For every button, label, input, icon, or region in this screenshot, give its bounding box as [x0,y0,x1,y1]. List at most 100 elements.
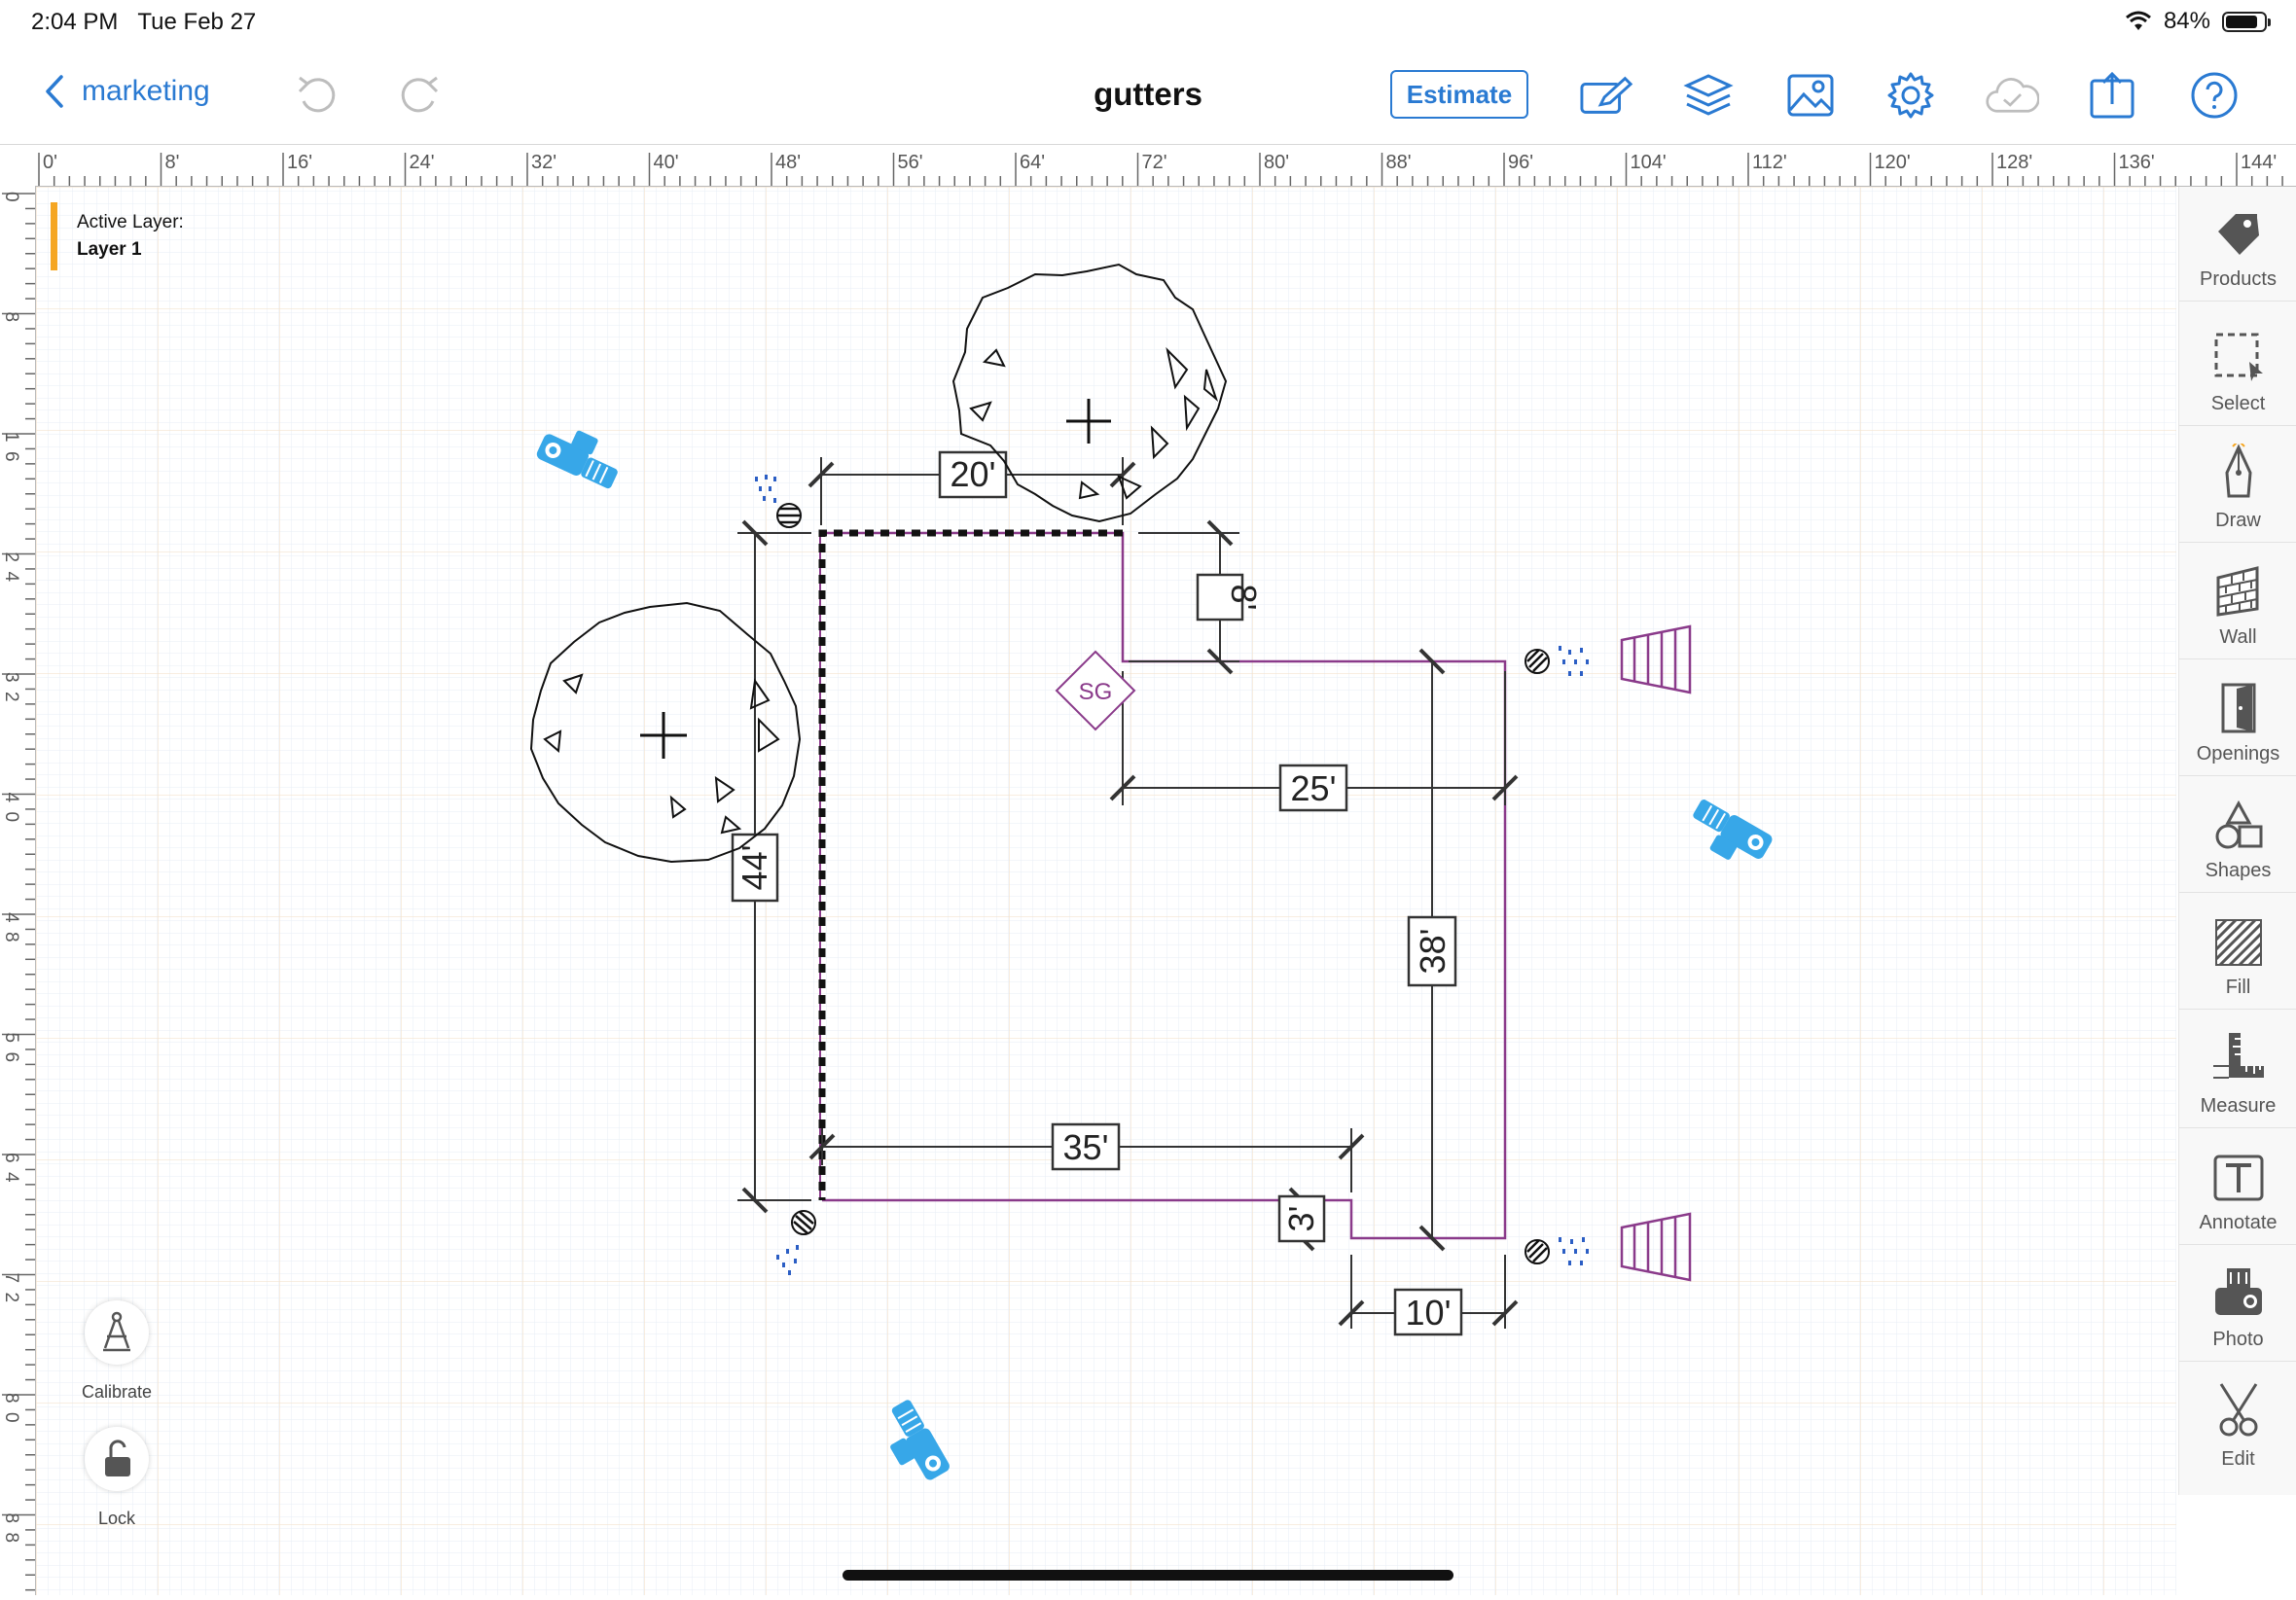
tool-products-label: Products [2200,268,2277,290]
ruler-left-label: 8 [1,1393,21,1404]
active-layer-indicator[interactable]: Active Layer: Layer 1 [51,202,184,270]
redo-button[interactable] [392,68,447,123]
ruler-left-label: 5 [1,1033,21,1044]
sg-marker-label: SG [1079,679,1113,705]
edit-info-button[interactable] [1580,68,1634,123]
estimate-button[interactable]: Estimate [1390,70,1528,119]
ruler-left-label: 7 [1,1273,21,1284]
tool-products[interactable]: Products [2179,187,2296,302]
tool-measure-label: Measure [2200,1095,2277,1117]
dim-label-middle-text: 25' [1291,768,1337,808]
calibrate-label: Calibrate [81,1382,153,1402]
tool-fill[interactable]: Fill [2179,893,2296,1010]
dim-label-left[interactable]: 44' [731,833,779,903]
dim-label-right-text: 38' [1413,929,1453,975]
ruler-top-label: 72' [1142,152,1167,173]
ruler-icon [2212,1033,2264,1079]
tool-edit-label: Edit [2221,1448,2255,1470]
dim-label-left-text: 44' [735,845,774,891]
ruler-left-label: 3 [1,672,21,683]
settings-button[interactable] [1883,68,1938,123]
tool-photo-label: Photo [2212,1329,2264,1350]
compass-icon [103,1311,130,1352]
tool-shapes-label: Shapes [2205,860,2272,881]
tool-measure[interactable]: Measure [2179,1010,2296,1128]
dim-label-bottom-right[interactable]: 10' [1393,1288,1463,1336]
tool-draw-label: Draw [2215,510,2261,531]
scissors-icon [2219,1383,2257,1437]
text-box-icon [2213,1155,2263,1201]
back-button[interactable]: marketing [45,74,210,109]
ruler-left-label: 8 [1,932,21,942]
tool-wall-label: Wall [2219,626,2257,648]
ruler-left-label: 4 [1,572,21,583]
redo-icon [401,76,439,113]
lock-button[interactable]: Lock [49,1427,185,1529]
battery-icon [2222,11,2271,32]
ruler-top-label: 56' [898,152,923,173]
cloud-sync-button[interactable] [1985,68,2039,123]
ruler-left-label: 8 [1,1513,21,1524]
tool-select[interactable]: Select [2179,307,2296,426]
ruler-left-label: 0 [1,192,21,202]
ruler-top-label: 64' [1020,152,1045,173]
select-marquee-icon [2214,333,2263,381]
status-time: 2:04 PM [31,9,119,35]
pencil-box-icon [1580,76,1633,114]
dim-label-small-step-text: 3' [1281,1206,1321,1232]
ruler-top-label: 40' [654,152,679,173]
tool-photo[interactable]: Photo [2179,1245,2296,1362]
image-icon [1787,74,1834,117]
drawing-title: gutters [1094,76,1202,112]
tool-annotate[interactable]: Annotate [2179,1128,2296,1245]
shapes-icon [2215,800,2262,849]
battery-percent: 84% [2163,8,2210,34]
cloud-check-icon [1986,78,2039,113]
home-indicator [843,1570,1453,1581]
ruler-top-label: 48' [775,152,801,173]
tool-openings[interactable]: Openings [2179,659,2296,776]
dim-label-small-step[interactable]: 3' [1277,1194,1326,1243]
active-layer-caption: Active Layer: [77,212,184,232]
left-ruler: 0816243240485664728088 [0,186,36,1595]
image-button[interactable] [1783,68,1838,123]
ruler-top-label: 8' [165,152,180,173]
ruler-top-label: 80' [1264,152,1289,173]
tool-wall[interactable]: Wall [2179,543,2296,659]
ruler-left-label: 2 [1,552,21,563]
share-button[interactable] [2085,68,2139,123]
tool-select-label: Select [2210,393,2266,414]
ruler-top-label: 112' [1752,152,1787,173]
ruler-top-label: 24' [410,152,435,173]
drawing-surface: 20' 8' 25' 44' 38' 35' 3' 10' SG [36,187,2176,1595]
undo-icon [298,76,336,113]
tool-edit[interactable]: Edit [2179,1362,2296,1480]
dim-label-middle[interactable]: 25' [1278,764,1348,812]
ruler-top-label: 0' [43,152,57,173]
dim-label-right-step-text: 8' [1224,585,1264,611]
ruler-left-label: 2 [1,1293,21,1303]
status-bar: 2:04 PM Tue Feb 27 84% [0,0,2296,47]
layers-button[interactable] [1681,68,1736,123]
left-ruler-scale: 0816243240485664728088 [1,192,35,1591]
undo-button[interactable] [290,68,344,123]
ruler-left-label: 4 [1,1172,21,1183]
tool-sidebar: Products Select Draw Wall Openings Shape… [2178,187,2296,1495]
ruler-top-label: 128' [1996,152,2032,173]
help-button[interactable] [2187,68,2242,123]
drawing-canvas[interactable]: 20' 8' 25' 44' 38' 35' 3' 10' SG [36,187,2176,1595]
brick-wall-icon [2216,566,2258,617]
tool-draw[interactable]: Draw [2179,426,2296,543]
dim-label-bottom[interactable]: 35' [1051,1122,1121,1171]
calibrate-button[interactable]: Calibrate [49,1300,185,1403]
tool-shapes[interactable]: Shapes [2179,776,2296,893]
dim-label-top[interactable]: 20' [938,450,1008,499]
ruler-top-label: 136' [2119,152,2155,173]
ruler-left-label: 2 [1,692,21,702]
unlock-icon [105,1440,130,1476]
share-icon [2090,71,2135,119]
layers-icon [1683,74,1734,116]
dim-label-bottom-right-text: 10' [1406,1293,1452,1333]
dim-label-right[interactable]: 38' [1407,915,1457,987]
ruler-left-label: 6 [1,451,21,462]
